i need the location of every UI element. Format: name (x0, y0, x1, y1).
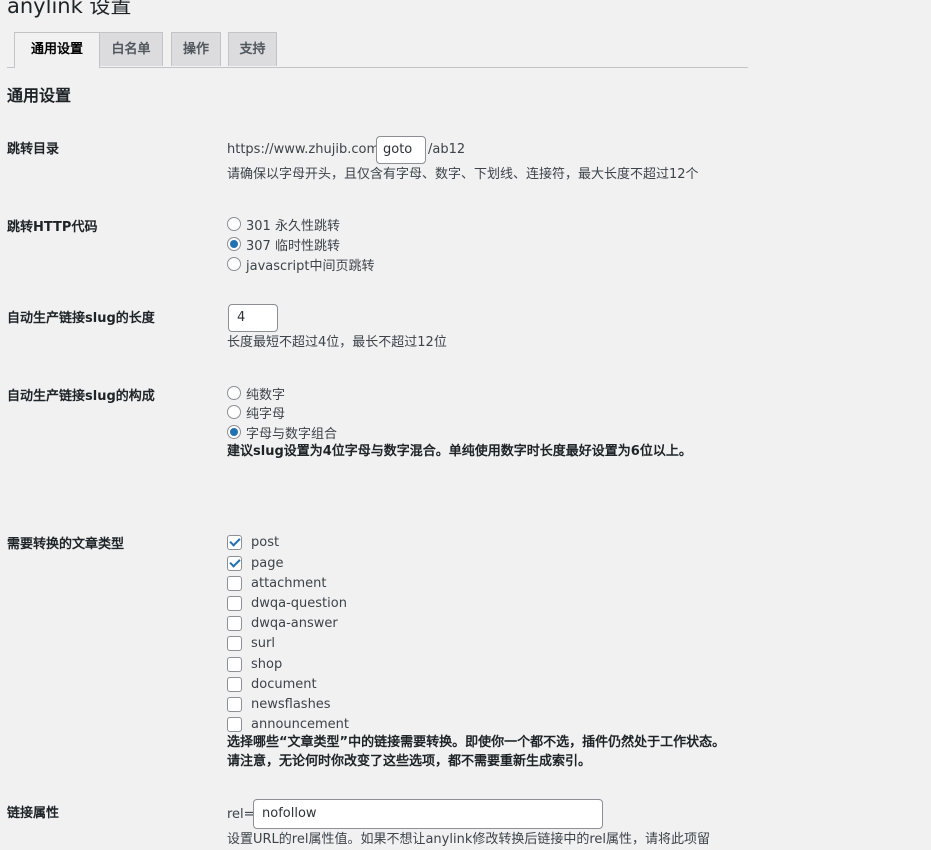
post-type-document[interactable]: document (227, 674, 317, 694)
post-types-label: 需要转换的文章类型 (7, 537, 125, 552)
redirect-dir-prefix: https://www.zhujib.com/ (227, 142, 384, 157)
slug-composition-label: 自动生产链接slug的构成 (7, 389, 155, 404)
http-code-label: 跳转HTTP代码 (7, 220, 98, 235)
checkbox-label: surl (251, 635, 275, 651)
post-type-attachment[interactable]: attachment (227, 573, 327, 593)
checkbox-label: page (251, 555, 284, 571)
page-title: anylink 设置 (7, 0, 132, 18)
settings-tabs: 通用设置 白名单 操作 支持 (7, 32, 748, 68)
radio-button-selected[interactable] (227, 237, 241, 251)
rel-attr-description: 设置URL的rel属性值。如果不想让anylink修改转换后链接中的rel属性，… (227, 832, 711, 847)
slug-option-digits[interactable]: 纯数字 (227, 383, 285, 403)
radio-label: 纯字母 (246, 406, 286, 422)
checkbox-label: post (251, 534, 280, 550)
slug-option-letters[interactable]: 纯字母 (227, 402, 285, 422)
tab-actions[interactable]: 操作 (171, 32, 221, 66)
checkbox[interactable] (227, 635, 242, 651)
http-code-option-301[interactable]: 301 永久性跳转 (227, 214, 340, 234)
checkbox-label: attachment (251, 575, 327, 591)
redirect-dir-input[interactable]: goto (376, 136, 426, 164)
radio-button[interactable] (227, 257, 241, 271)
tab-whitelist[interactable]: 白名单 (99, 32, 163, 66)
radio-label: 307 临时性跳转 (246, 238, 340, 254)
checkbox-checked[interactable] (227, 555, 242, 571)
checkbox-checked[interactable] (227, 534, 242, 550)
radio-label: 字母与数字组合 (246, 426, 338, 442)
tab-general[interactable]: 通用设置 (14, 32, 100, 68)
section-title: 通用设置 (7, 86, 72, 105)
checkbox-label: dwqa-question (251, 595, 347, 611)
checkbox[interactable] (227, 716, 242, 732)
slug-option-mixed[interactable]: 字母与数字组合 (227, 422, 337, 442)
post-type-dwqa-question[interactable]: dwqa-question (227, 593, 347, 613)
post-type-page[interactable]: page (227, 553, 283, 573)
checkbox[interactable] (227, 595, 242, 611)
rel-attr-label: 链接属性 (7, 806, 60, 821)
checkbox[interactable] (227, 696, 242, 712)
checkbox[interactable] (227, 676, 242, 692)
post-type-surl[interactable]: surl (227, 633, 275, 653)
radio-button[interactable] (227, 386, 241, 400)
tab-support[interactable]: 支持 (228, 32, 277, 66)
slug-length-description: 长度最短不超过4位，最长不超过12位 (227, 335, 447, 350)
redirect-dir-suffix: /ab12 (428, 142, 466, 157)
http-code-option-307[interactable]: 307 临时性跳转 (227, 234, 340, 254)
redirect-dir-label: 跳转目录 (7, 142, 60, 157)
radio-button[interactable] (227, 217, 241, 231)
post-type-newsflashes[interactable]: newsflashes (227, 694, 331, 714)
slug-length-input[interactable]: 4 (228, 304, 278, 332)
post-type-dwqa-answer[interactable]: dwqa-answer (227, 613, 338, 633)
radio-label: 301 永久性跳转 (246, 218, 340, 234)
checkbox[interactable] (227, 575, 242, 591)
radio-button-selected[interactable] (227, 425, 241, 439)
rel-attr-prefix: rel= (227, 807, 255, 822)
post-type-announcement[interactable]: announcement (227, 714, 349, 734)
redirect-dir-description: 请确保以字母开头，且仅含有字母、数字、下划线、连接符，最大长度不超过12个 (227, 167, 699, 182)
slug-length-label: 自动生产链接slug的长度 (7, 311, 155, 326)
checkbox-label: document (251, 676, 317, 692)
checkbox-label: dwqa-answer (251, 615, 338, 631)
post-type-shop[interactable]: shop (227, 654, 282, 674)
radio-label: javascript中间页跳转 (246, 258, 375, 274)
http-code-option-javascript[interactable]: javascript中间页跳转 (227, 254, 374, 274)
radio-label: 纯数字 (246, 387, 286, 403)
checkbox-label: shop (251, 656, 283, 672)
post-type-post[interactable]: post (227, 532, 279, 552)
slug-composition-description: 建议slug设置为4位字母与数字混合。单纯使用数字时长度最好设置为6位以上。 (227, 444, 692, 459)
checkbox-label: announcement (251, 716, 350, 732)
post-types-description: 选择哪些“文章类型”中的链接需要转换。即使你一个都不选，插件仍然处于工作状态。请… (227, 735, 726, 769)
radio-button[interactable] (227, 405, 241, 419)
rel-attr-input[interactable]: nofollow (253, 799, 603, 829)
checkbox-label: newsflashes (251, 696, 331, 712)
checkbox[interactable] (227, 615, 242, 631)
checkbox[interactable] (227, 656, 242, 672)
